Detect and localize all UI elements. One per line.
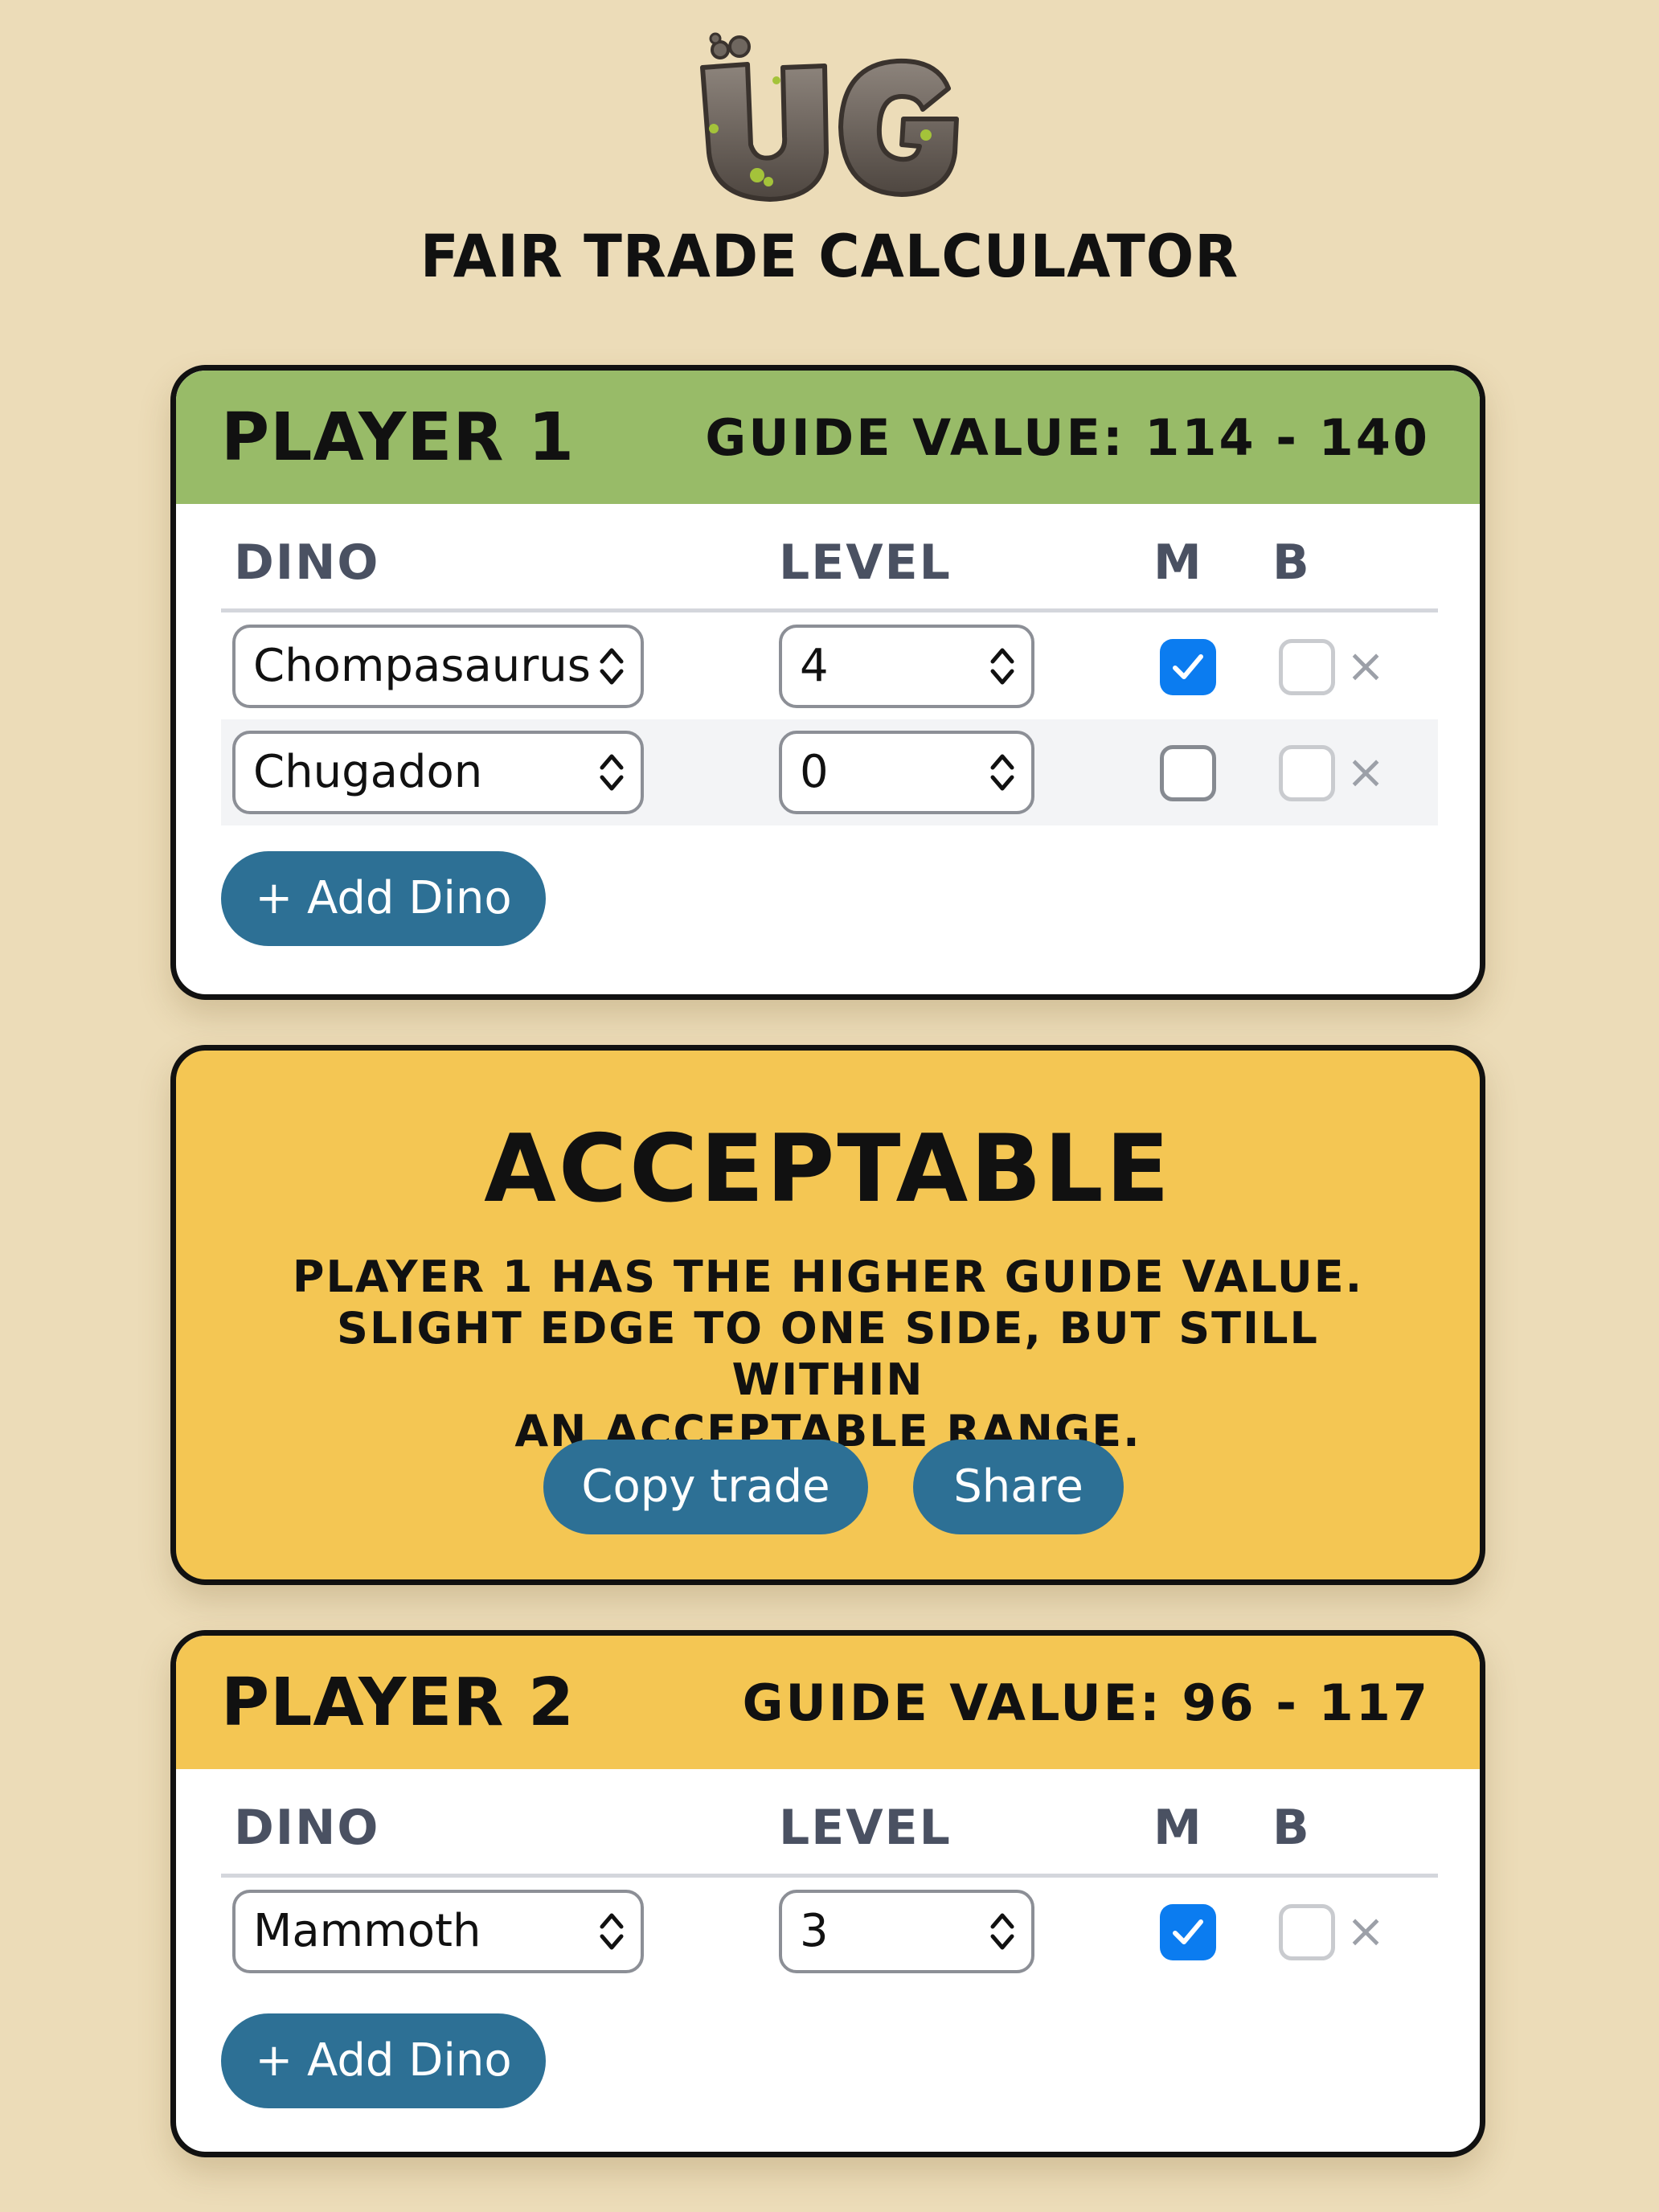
player2-header: Player 2 Guide value: 96 - 117 — [176, 1636, 1480, 1769]
dino-select[interactable]: Mammoth — [232, 1890, 644, 1973]
column-header-b: B — [1272, 535, 1311, 591]
explanation-line: Slight edge to one side, but still withi… — [337, 1303, 1319, 1405]
player2-guide-value: Guide value: 96 - 117 — [742, 1673, 1430, 1732]
column-header-m: M — [1153, 1800, 1203, 1856]
player1-header: Player 1 Guide value: 114 - 140 — [176, 371, 1480, 504]
remove-row-button[interactable]: × — [1342, 1903, 1390, 1959]
up-down-chevron-icon — [600, 648, 624, 685]
level-select[interactable]: 4 — [779, 625, 1034, 708]
dino-select[interactable]: Chugadon — [232, 731, 644, 814]
dino-select-value: Mammoth — [253, 1905, 481, 1957]
level-select[interactable]: 3 — [779, 1890, 1034, 1973]
trade-verdict: Acceptable — [484, 1115, 1172, 1223]
up-down-chevron-icon — [990, 648, 1014, 685]
column-header-b: B — [1272, 1800, 1311, 1856]
level-select[interactable]: 0 — [779, 731, 1034, 814]
copy-trade-button[interactable]: Copy trade — [543, 1440, 868, 1534]
check-icon — [1173, 654, 1203, 679]
explanation-line: Player 1 has the higher guide value. — [292, 1251, 1364, 1302]
remove-row-button[interactable]: × — [1342, 637, 1390, 694]
dino-select-value: Chugadon — [253, 746, 483, 798]
dino-select-value: Chompasaurus — [253, 640, 591, 692]
trade-result-card: Acceptable Player 1 has the higher guide… — [170, 1045, 1485, 1585]
stone-ug-logo-icon — [700, 32, 959, 202]
b-checkbox[interactable] — [1279, 1904, 1335, 1960]
player2-name: Player 2 — [221, 1664, 576, 1741]
b-checkbox[interactable] — [1279, 639, 1335, 695]
player1-name: Player 1 — [221, 399, 576, 476]
player1-card: Player 1 Guide value: 114 - 140 Dino Lev… — [170, 365, 1485, 1000]
up-down-chevron-icon — [990, 1913, 1014, 1950]
m-checkbox[interactable] — [1160, 1904, 1216, 1960]
level-select-value: 0 — [800, 746, 829, 798]
add-dino-button[interactable]: + Add Dino — [221, 851, 546, 946]
add-dino-button[interactable]: + Add Dino — [221, 2013, 546, 2108]
b-checkbox[interactable] — [1279, 745, 1335, 801]
check-icon — [1173, 1919, 1203, 1944]
header-divider — [221, 608, 1438, 612]
app-title: Fair Trade Calculator — [420, 221, 1239, 292]
column-header-m: M — [1153, 535, 1203, 591]
column-header-dino: Dino — [234, 535, 380, 591]
table-row: Chugadon 0 × — [221, 719, 1438, 825]
share-button[interactable]: Share — [913, 1440, 1124, 1534]
column-header-level: Level — [779, 1800, 952, 1856]
header-divider — [221, 1874, 1438, 1878]
player2-card: Player 2 Guide value: 96 - 117 Dino Leve… — [170, 1630, 1485, 2157]
player1-guide-value: Guide value: 114 - 140 — [705, 408, 1430, 467]
table-row: Mammoth 3 × — [221, 1878, 1438, 1985]
dino-select[interactable]: Chompasaurus — [232, 625, 644, 708]
trade-explanation: Player 1 has the higher guide value. Sli… — [240, 1251, 1415, 1457]
column-header-dino: Dino — [234, 1800, 380, 1856]
column-header-level: Level — [779, 535, 952, 591]
up-down-chevron-icon — [600, 1913, 624, 1950]
remove-row-button[interactable]: × — [1342, 743, 1390, 800]
table-row: Chompasaurus 4 × — [221, 613, 1438, 719]
up-down-chevron-icon — [990, 754, 1014, 791]
level-select-value: 3 — [800, 1905, 829, 1957]
m-checkbox[interactable] — [1160, 745, 1216, 801]
m-checkbox[interactable] — [1160, 639, 1216, 695]
up-down-chevron-icon — [600, 754, 624, 791]
level-select-value: 4 — [800, 640, 829, 692]
